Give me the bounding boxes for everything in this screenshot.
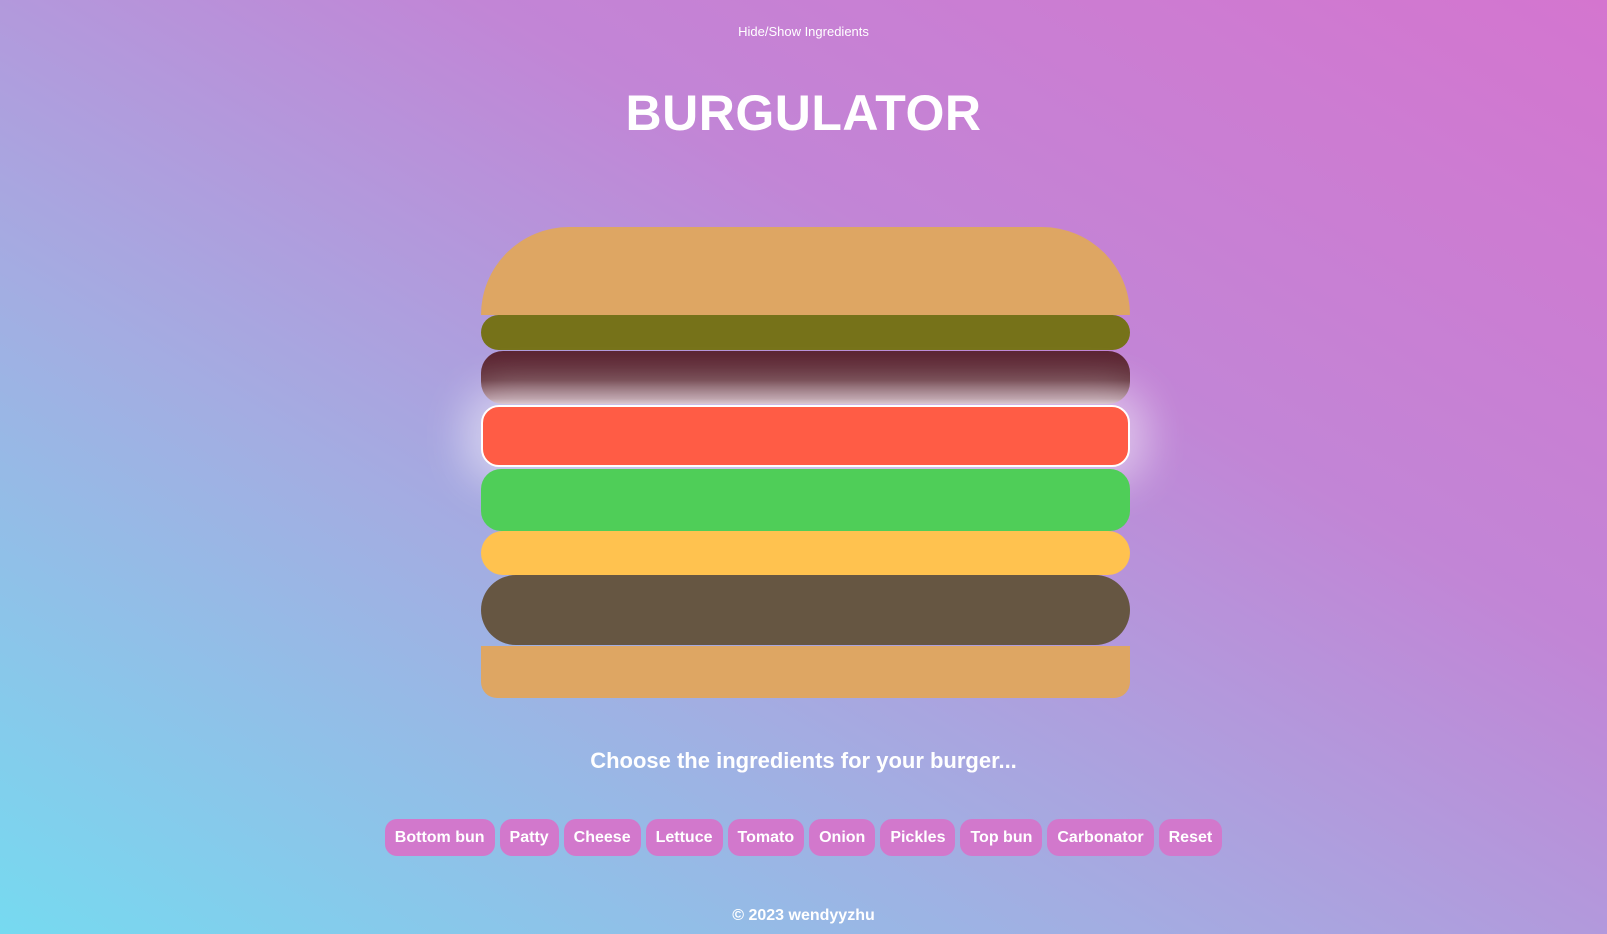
page-title: BURGULATOR [625, 85, 982, 141]
burger-layer-patty[interactable] [481, 575, 1130, 645]
burger-layer-lettuce[interactable] [481, 469, 1130, 531]
patty-button[interactable]: Patty [499, 819, 559, 856]
footer-copyright: © 2023 wendyyzhu [732, 907, 875, 924]
burger-layer-cheese[interactable] [481, 531, 1130, 575]
burger-layer-onion[interactable] [481, 351, 1130, 404]
hide-show-ingredients-link[interactable]: Hide/Show Ingredients [0, 24, 1607, 39]
onion-button[interactable]: Onion [809, 819, 876, 856]
burger-layer-bottom-bun[interactable] [481, 646, 1130, 698]
burger-layer-pickles[interactable] [481, 315, 1130, 350]
lettuce-button[interactable]: Lettuce [645, 819, 723, 856]
pickles-button[interactable]: Pickles [880, 819, 956, 856]
ingredient-button-bar: Bottom bun Patty Cheese Lettuce Tomato O… [0, 819, 1607, 856]
burger-layer-top-bun[interactable] [481, 227, 1130, 315]
top-bun-button[interactable]: Top bun [960, 819, 1043, 856]
tomato-button[interactable]: Tomato [727, 819, 805, 856]
burger-layer-tomato[interactable] [481, 405, 1130, 467]
ingredients-prompt: Choose the ingredients for your burger..… [590, 748, 1017, 773]
bottom-bun-button[interactable]: Bottom bun [384, 819, 495, 856]
reset-button[interactable]: Reset [1158, 819, 1223, 856]
cheese-button[interactable]: Cheese [563, 819, 641, 856]
carbonator-button[interactable]: Carbonator [1047, 819, 1154, 856]
